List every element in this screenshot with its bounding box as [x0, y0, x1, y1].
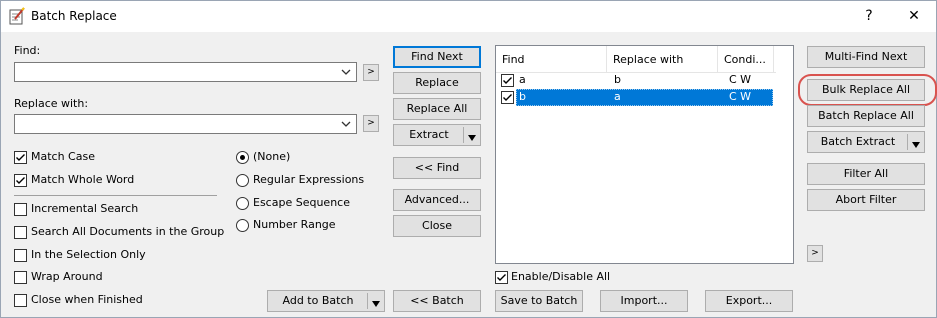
- row-find-cell: b: [519, 90, 526, 103]
- batch-extract-button-label[interactable]: Batch Extract: [808, 132, 908, 152]
- match-whole-word-label: Match Whole Word: [31, 173, 135, 186]
- row-replace-cell: a: [614, 90, 621, 103]
- batch-replace-dialog: Batch Replace ? ✕ Find: > Replace with: …: [0, 0, 937, 318]
- add-to-batch-button-label[interactable]: Add to Batch: [268, 291, 368, 311]
- close-window-button[interactable]: ✕: [892, 1, 936, 32]
- match-case-checkbox[interactable]: [14, 151, 27, 164]
- window-title: Batch Replace: [31, 9, 117, 23]
- mode-escape-radio[interactable]: [236, 197, 249, 210]
- close-button[interactable]: Close: [393, 215, 481, 237]
- dropdown-arrow-icon[interactable]: [466, 130, 478, 141]
- close-when-finished-checkbox[interactable]: [14, 294, 27, 307]
- in-selection-only-checkbox[interactable]: [14, 249, 27, 262]
- batch-list-row[interactable]: a b C W: [500, 72, 773, 89]
- split-separator: [907, 134, 908, 150]
- title-bar: Batch Replace ? ✕: [1, 1, 936, 32]
- add-to-batch-split-button[interactable]: Add to Batch: [267, 290, 385, 312]
- annotation-highlight-ring: [798, 74, 937, 106]
- batch-list[interactable]: Find Replace with Condi... a b C W b a C…: [495, 45, 794, 264]
- replace-label: Replace with:: [14, 97, 89, 110]
- find-combobox[interactable]: [14, 62, 357, 82]
- row-condition-cell: C W: [729, 90, 752, 103]
- filter-all-button[interactable]: Filter All: [807, 163, 925, 185]
- find-special-chars-button[interactable]: >: [363, 64, 379, 81]
- dropdown-arrow-icon[interactable]: [910, 137, 922, 148]
- batch-extract-split-button[interactable]: Batch Extract: [807, 131, 925, 153]
- multi-find-next-button[interactable]: Multi-Find Next: [807, 46, 925, 68]
- import-button[interactable]: Import...: [600, 290, 688, 312]
- match-case-label: Match Case: [31, 150, 95, 163]
- incremental-search-label: Incremental Search: [31, 202, 139, 215]
- wrap-around-label: Wrap Around: [31, 270, 103, 283]
- notepad-app-icon: [9, 7, 25, 25]
- extract-button-label[interactable]: Extract: [394, 125, 464, 145]
- chevron-down-icon[interactable]: [339, 116, 353, 132]
- enable-disable-all-checkbox[interactable]: [495, 271, 508, 284]
- replace-special-chars-button[interactable]: >: [363, 115, 379, 132]
- help-button[interactable]: ?: [847, 1, 891, 32]
- find-next-button[interactable]: Find Next: [393, 46, 481, 68]
- batch-replace-all-button[interactable]: Batch Replace All: [807, 105, 925, 127]
- back-to-batch-button[interactable]: << Batch: [393, 290, 481, 312]
- column-header-condition[interactable]: Condi...: [718, 46, 774, 73]
- row-enable-checkbox[interactable]: [501, 74, 514, 87]
- mode-regex-label: Regular Expressions: [253, 173, 365, 186]
- search-all-documents-checkbox[interactable]: [14, 226, 27, 239]
- batch-list-header: Find Replace with Condi...: [496, 46, 776, 73]
- abort-filter-button[interactable]: Abort Filter: [807, 189, 925, 211]
- advanced-button[interactable]: Advanced...: [393, 189, 481, 211]
- mode-regex-radio[interactable]: [236, 174, 249, 187]
- chevron-down-icon[interactable]: [339, 64, 353, 80]
- replace-combobox[interactable]: [14, 114, 357, 134]
- expand-panel-button[interactable]: >: [807, 245, 823, 262]
- save-to-batch-button[interactable]: Save to Batch: [495, 290, 583, 312]
- split-separator: [463, 127, 464, 143]
- row-enable-checkbox[interactable]: [501, 91, 514, 104]
- wrap-around-checkbox[interactable]: [14, 271, 27, 284]
- row-replace-cell: b: [614, 73, 621, 86]
- mode-number-range-label: Number Range: [253, 218, 336, 231]
- enable-disable-all-label: Enable/Disable All: [511, 270, 611, 283]
- row-condition-cell: C W: [729, 73, 752, 86]
- dropdown-arrow-icon[interactable]: [370, 296, 382, 307]
- back-to-find-button[interactable]: << Find: [393, 157, 481, 179]
- extract-split-button[interactable]: Extract: [393, 124, 481, 146]
- row-find-cell: a: [519, 73, 526, 86]
- mode-none-radio[interactable]: [236, 151, 249, 164]
- replace-button[interactable]: Replace: [393, 72, 481, 94]
- search-all-documents-label: Search All Documents in the Group: [31, 225, 225, 238]
- in-selection-only-label: In the Selection Only: [31, 248, 146, 261]
- mode-escape-label: Escape Sequence: [253, 196, 350, 209]
- close-when-finished-label: Close when Finished: [31, 293, 143, 306]
- column-header-replace-with[interactable]: Replace with: [607, 46, 718, 73]
- mode-number-range-radio[interactable]: [236, 219, 249, 232]
- split-separator: [367, 293, 368, 309]
- batch-list-row-selected[interactable]: b a C W: [500, 89, 773, 106]
- incremental-search-checkbox[interactable]: [14, 203, 27, 216]
- replace-all-button[interactable]: Replace All: [393, 98, 481, 120]
- options-separator: [14, 195, 217, 196]
- mode-none-label: (None): [253, 150, 291, 163]
- match-whole-word-checkbox[interactable]: [14, 174, 27, 187]
- find-label: Find:: [14, 44, 41, 57]
- export-button[interactable]: Export...: [705, 290, 793, 312]
- column-header-find[interactable]: Find: [496, 46, 607, 73]
